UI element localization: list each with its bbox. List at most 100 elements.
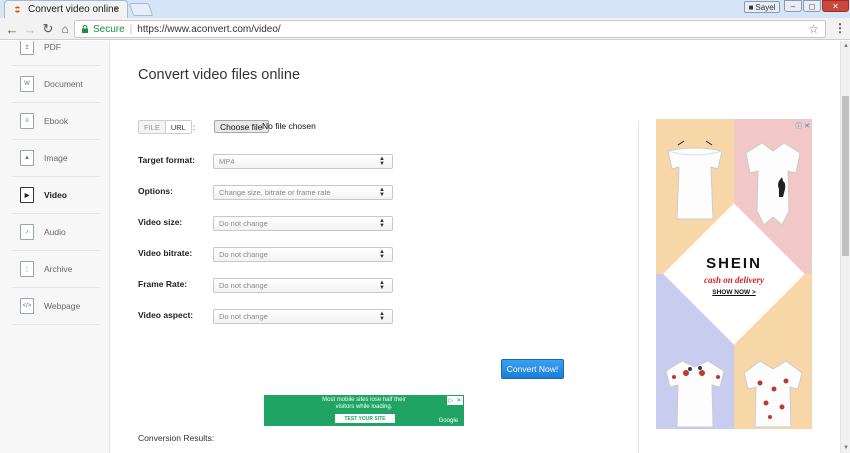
url-separator: | <box>129 23 133 35</box>
page-title: Convert video files online <box>138 67 301 83</box>
scroll-down-arrow-icon[interactable]: ▼ <box>841 443 850 453</box>
scroll-up-arrow-icon[interactable]: ▲ <box>841 41 850 51</box>
sidebar: ↥ PDF W Document ≡ Ebook ▲ Image ▶ Video… <box>0 41 110 453</box>
ad-text: Most mobile sites lose half their visito… <box>264 397 464 411</box>
new-tab-button[interactable] <box>128 3 154 16</box>
cat-print-shirt-image <box>745 142 801 226</box>
convert-now-button[interactable]: Convert Now! <box>501 359 564 379</box>
page-scrollbar[interactable]: ▲ ▼ <box>840 41 850 453</box>
aconvert-favicon-icon <box>14 6 21 13</box>
lock-icon <box>82 25 88 33</box>
video-size-label: Video size: <box>138 217 183 227</box>
floral-ruffle-top-image <box>665 360 725 428</box>
sidebar-item-document[interactable]: W Document <box>12 66 100 103</box>
sidebar-item-webpage[interactable]: </> Webpage <box>12 288 100 325</box>
select-value: Do not change <box>219 219 268 228</box>
sidebar-item-label: Audio <box>44 227 66 237</box>
ad-line-1: Most mobile sites lose half their <box>322 397 406 403</box>
sidebar-item-label: Ebook <box>44 116 69 126</box>
shein-tagline: cash on delivery <box>704 275 764 285</box>
profile-button[interactable]: ■ Sayel <box>744 1 780 13</box>
test-your-site-button[interactable]: TEST YOUR SITE <box>335 414 395 423</box>
maximize-icon[interactable]: ◻ <box>803 0 821 12</box>
sidebar-item-pdf[interactable]: ↥ PDF <box>12 41 100 66</box>
converter-panel: Convert video files online FILE URL : Ch… <box>138 41 638 453</box>
select-arrows-icon: ▲ ▼ <box>379 156 385 167</box>
browser-toolbar: ← → ↻ ⌂ Secure | https://www.aconvert.co… <box>0 18 850 40</box>
video-aspect-label: Video aspect: <box>138 310 194 320</box>
browser-menu-icon[interactable]: ⋮ <box>834 21 846 35</box>
file-toggle-button[interactable]: FILE <box>138 120 166 134</box>
sidebar-item-image[interactable]: ▲ Image <box>12 140 100 177</box>
url-text[interactable]: https://www.aconvert.com/video/ <box>137 24 280 35</box>
select-arrows-icon: ▲ ▼ <box>379 249 385 260</box>
target-format-select[interactable]: MP4 ▲ ▼ <box>213 154 393 169</box>
off-shoulder-top-image <box>667 140 723 220</box>
reload-icon[interactable]: ↻ <box>40 21 56 37</box>
shein-ad[interactable]: SHEIN cash on delivery SHOW NOW > ⓘ ✕ <box>656 119 812 429</box>
select-value: Do not change <box>219 250 268 259</box>
file-status-text: No file chosen <box>262 121 316 131</box>
sidebar-item-video[interactable]: ▶ Video <box>12 177 100 214</box>
browser-tab-strip: Convert video online × ■ Sayel – ◻ ✕ <box>0 0 850 18</box>
video-bitrate-label: Video bitrate: <box>138 248 193 258</box>
conversion-results-label: Conversion Results: <box>138 433 215 443</box>
sidebar-item-audio[interactable]: ♪ Audio <box>12 214 100 251</box>
frame-rate-select[interactable]: Do not change ▲ ▼ <box>213 278 393 293</box>
archive-icon: ⋮ <box>20 261 34 277</box>
tab-title: Convert video online <box>28 4 120 15</box>
select-value: Change size, bitrate or frame rate <box>219 188 331 197</box>
ebook-icon: ≡ <box>20 113 34 129</box>
options-label: Options: <box>138 186 173 196</box>
shein-logo: SHEIN <box>706 255 762 272</box>
browser-tab[interactable]: Convert video online × <box>4 0 128 18</box>
floral-blouse-image <box>743 360 803 428</box>
back-arrow-icon[interactable]: ← <box>4 21 20 37</box>
show-now-link[interactable]: SHOW NOW > <box>656 289 812 296</box>
image-icon: ▲ <box>20 150 34 166</box>
select-value: Do not change <box>219 312 268 321</box>
pdf-file-icon: ↥ <box>20 41 34 55</box>
sidebar-item-label: Document <box>44 79 83 89</box>
sidebar-item-label: PDF <box>44 42 61 52</box>
tab-close-icon[interactable]: × <box>113 4 119 15</box>
page-viewport: ↥ PDF W Document ≡ Ebook ▲ Image ▶ Video… <box>0 41 840 453</box>
adchoices-icon[interactable]: ⓘ ✕ <box>795 121 810 131</box>
home-icon[interactable]: ⌂ <box>57 21 73 37</box>
sidebar-item-ebook[interactable]: ≡ Ebook <box>12 103 100 140</box>
sidebar-item-label: Video <box>44 190 67 200</box>
select-value: MP4 <box>219 157 235 166</box>
sidebar-item-archive[interactable]: ⋮ Archive <box>12 251 100 288</box>
choose-file-button[interactable]: Choose file <box>214 120 269 133</box>
select-value: Do not change <box>219 281 268 290</box>
user-icon: ■ <box>748 2 754 12</box>
column-divider <box>638 121 639 453</box>
scrollbar-thumb[interactable] <box>842 96 849 256</box>
address-bar[interactable]: Secure | https://www.aconvert.com/video/… <box>74 20 826 38</box>
bookmark-star-icon[interactable]: ☆ <box>808 22 819 36</box>
google-ad-banner[interactable]: Most mobile sites lose half their visito… <box>264 395 464 426</box>
video-aspect-select[interactable]: Do not change ▲ ▼ <box>213 309 393 324</box>
adchoices-icon[interactable]: ▷ ✕ <box>447 396 463 405</box>
video-bitrate-select[interactable]: Do not change ▲ ▼ <box>213 247 393 262</box>
toggle-colon: : <box>192 122 196 132</box>
audio-icon: ♪ <box>20 224 34 240</box>
select-arrows-icon: ▲ ▼ <box>379 311 385 322</box>
ad-line-2: visitors while loading. <box>335 404 393 410</box>
minimize-icon[interactable]: – <box>784 0 802 12</box>
select-arrows-icon: ▲ ▼ <box>379 218 385 229</box>
secure-label: Secure <box>93 23 125 35</box>
video-size-select[interactable]: Do not change ▲ ▼ <box>213 216 393 231</box>
frame-rate-label: Frame Rate: <box>138 279 188 289</box>
profile-name: Sayel <box>755 2 776 12</box>
sidebar-item-label: Webpage <box>44 301 81 311</box>
target-format-label: Target format: <box>138 155 195 165</box>
url-toggle-button[interactable]: URL <box>165 120 192 134</box>
sidebar-item-label: Image <box>44 153 68 163</box>
close-window-icon[interactable]: ✕ <box>822 0 849 12</box>
source-toggle: FILE URL : <box>138 120 195 134</box>
forward-arrow-icon[interactable]: → <box>22 21 38 37</box>
video-icon: ▶ <box>20 187 34 203</box>
select-arrows-icon: ▲ ▼ <box>379 280 385 291</box>
options-select[interactable]: Change size, bitrate or frame rate ▲ ▼ <box>213 185 393 200</box>
